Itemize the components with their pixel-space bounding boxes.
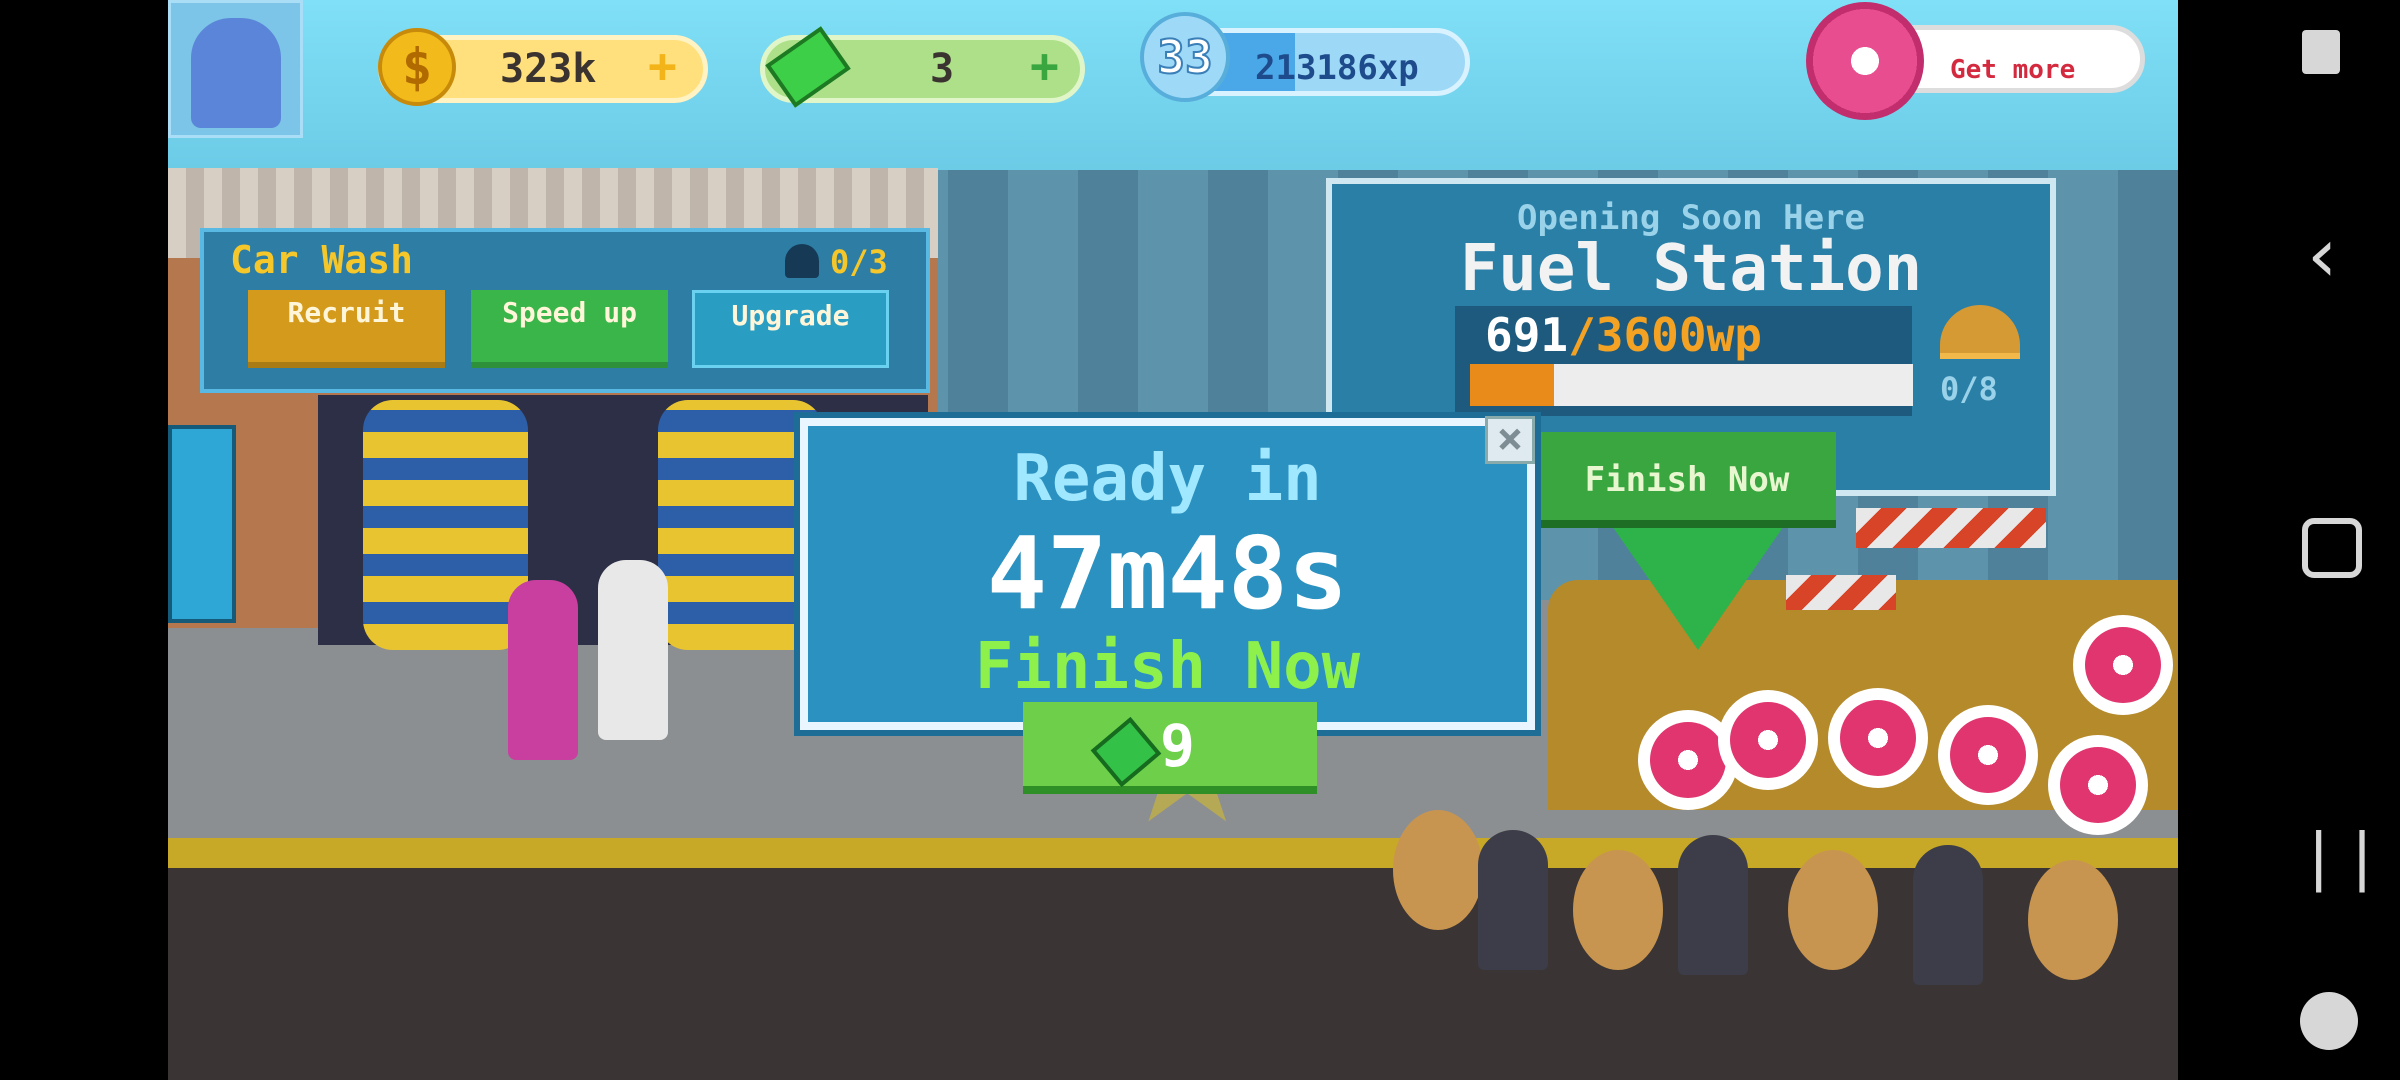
game-controller-icon[interactable] [2300, 992, 2358, 1050]
level-badge: 33 [1140, 12, 1230, 102]
crowd-character [1678, 835, 1748, 975]
player-avatar[interactable] [168, 0, 303, 138]
close-icon[interactable]: × [1485, 416, 1535, 464]
donut-marker[interactable] [2048, 735, 2148, 835]
crowd-character [1573, 850, 1663, 970]
crowd-character [1788, 850, 1878, 970]
donut-icon [1806, 2, 1924, 120]
touch-icon[interactable] [2302, 30, 2340, 74]
fuel-station-progress-current: 691 [1485, 308, 1569, 362]
fuel-station-workers: 0/8 [1940, 370, 1998, 408]
fuel-station-progress-max: /3600wp [1568, 308, 1762, 362]
recents-icon[interactable]: ||| [2300, 820, 2400, 893]
finish-now-cost-value: 9 [1160, 712, 1195, 780]
cash-value: 3 [930, 46, 955, 92]
car-wash-brush [363, 400, 528, 650]
donut-marker[interactable] [1718, 690, 1818, 790]
car-wash-workers: 0/3 [830, 243, 888, 281]
crowd-character [1393, 810, 1483, 930]
ready-dialog-title: Ready in [1013, 442, 1322, 516]
add-cash-button[interactable]: + [1030, 38, 1059, 94]
fuel-station-progress-bar [1470, 364, 1913, 406]
coin-icon: $ [378, 28, 456, 106]
ready-dialog-timer: 47m48s [986, 515, 1349, 632]
upgrade-button[interactable]: Upgrade [692, 290, 889, 368]
donut-marker[interactable] [2073, 615, 2173, 715]
xp-value: 213186xp [1255, 48, 1419, 88]
construction-barrier [1786, 575, 1896, 610]
car-wash-brush [658, 400, 823, 650]
fuel-station-progress-text: 691/3600wp [1485, 308, 1762, 362]
crowd-character [1478, 830, 1548, 970]
construction-barrier [1856, 508, 2046, 548]
fuel-station-progress-fill [1470, 364, 1555, 406]
get-more-donuts-button[interactable]: Get more [1950, 55, 2075, 85]
home-icon[interactable] [2302, 518, 2362, 578]
fuel-station-title: Fuel Station [1459, 232, 1923, 306]
cash-icon [765, 25, 851, 108]
crowd-character [1913, 845, 1983, 985]
donut-marker[interactable] [1938, 705, 2038, 805]
car-wash-title: Car Wash [230, 238, 414, 282]
speed-up-button[interactable]: Speed up [471, 290, 668, 368]
add-coins-button[interactable]: + [648, 38, 677, 94]
donut-marker[interactable] [1828, 688, 1928, 788]
character-helmet[interactable] [508, 580, 578, 760]
vending-machine [168, 425, 236, 623]
navigation-bar [2178, 0, 2400, 1080]
coins-value: 323k [500, 46, 597, 92]
worker-icon [785, 244, 819, 278]
back-icon[interactable]: ‹ [2300, 210, 2346, 299]
down-arrow-icon [1608, 520, 1788, 650]
ready-dialog-finish-label: Finish Now [974, 630, 1361, 704]
fuel-station-finish-now-button[interactable]: Finish Now [1538, 432, 1836, 528]
character-referee[interactable] [598, 560, 668, 740]
crowd-character [2028, 860, 2118, 980]
recruit-button[interactable]: Recruit [248, 290, 445, 368]
